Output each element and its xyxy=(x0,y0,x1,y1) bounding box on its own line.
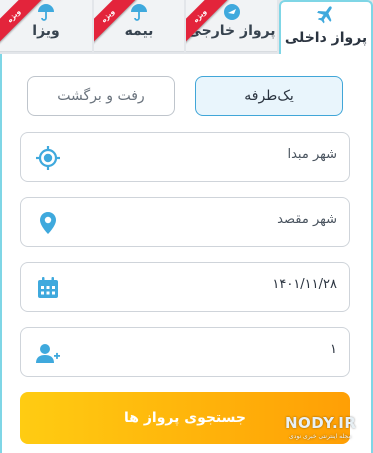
origin-field[interactable]: شهر مبدا xyxy=(20,132,350,182)
tab-visa[interactable]: ویزا ویژه xyxy=(0,0,92,52)
tab-domestic-label: پرواز داخلی xyxy=(284,30,368,46)
date-value: ۱۴۰۱/۱۱/۲۸ xyxy=(272,277,337,292)
passengers-value: ۱ xyxy=(330,342,337,357)
calendar-icon xyxy=(38,277,58,298)
watermark: NODY.IR مجله اینترنتی خبری نودی xyxy=(285,414,371,448)
passengers-field[interactable]: ۱ xyxy=(20,327,350,377)
date-field[interactable]: ۱۴۰۱/۱۱/۲۸ xyxy=(20,262,350,312)
watermark-main: NODY.IR xyxy=(285,414,357,432)
map-pin-icon xyxy=(40,212,56,234)
tab-international-flight[interactable]: پرواز خارجی ویژه xyxy=(186,0,277,52)
destination-field[interactable]: شهر مقصد xyxy=(20,197,350,247)
tab-insurance[interactable]: بیمه ویژه xyxy=(94,0,184,52)
one-way-button[interactable]: یک‌طرفه xyxy=(195,76,343,116)
globe-plane-icon xyxy=(223,4,240,20)
round-trip-button[interactable]: رفت و برگشت xyxy=(27,76,175,116)
tab-bar: ویزا ویژه بیمه ویژه پرواز خارجی ویژه پرو… xyxy=(0,0,373,58)
add-user-icon xyxy=(36,344,60,363)
destination-placeholder: شهر مقصد xyxy=(277,212,337,227)
airplane-icon xyxy=(317,6,332,24)
tab-domestic-flight[interactable]: پرواز داخلی xyxy=(279,0,373,58)
location-target-icon xyxy=(36,146,60,170)
umbrella-icon xyxy=(38,4,54,21)
watermark-sub: مجله اینترنتی خبری نودی xyxy=(289,433,352,440)
origin-placeholder: شهر مبدا xyxy=(287,147,337,162)
umbrella-icon xyxy=(131,4,147,21)
